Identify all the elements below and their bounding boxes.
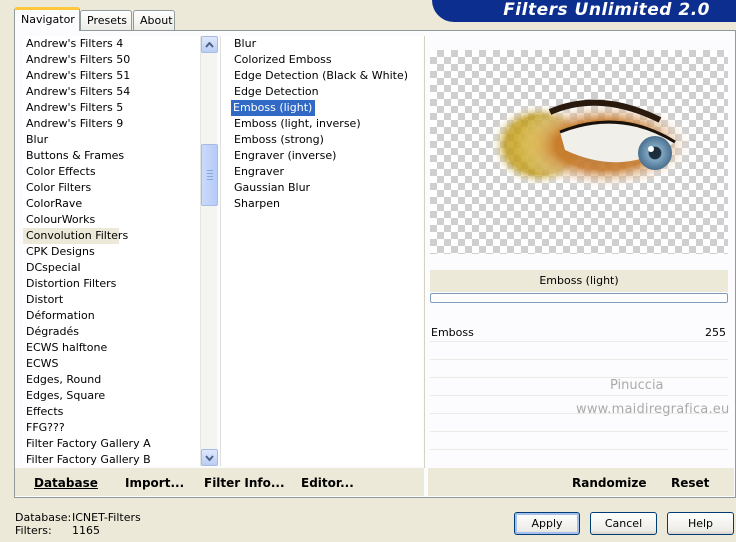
- eye-artwork: [490, 99, 695, 190]
- category-item[interactable]: Filter Factory Gallery A: [23, 436, 198, 452]
- category-item[interactable]: ECWS: [23, 356, 198, 372]
- app-title-banner: Filters Unlimited 2.0: [432, 0, 736, 22]
- param-name: Emboss: [431, 326, 474, 339]
- scroll-down-button[interactable]: [201, 449, 218, 466]
- tab-navigator[interactable]: Navigator: [14, 7, 80, 31]
- category-item[interactable]: Edges, Square: [23, 388, 198, 404]
- database-label: Database:: [15, 511, 72, 524]
- preview-image: [430, 50, 728, 254]
- category-scrollbar[interactable]: [200, 36, 218, 466]
- filter-item[interactable]: Engraver: [231, 164, 284, 180]
- filters-count-value: 1165: [72, 524, 100, 537]
- filter-item[interactable]: Gaussian Blur: [231, 180, 310, 196]
- tab-presets[interactable]: Presets: [80, 10, 132, 30]
- category-item[interactable]: Dégradés: [23, 324, 198, 340]
- chevron-up-icon: [205, 41, 214, 48]
- filter-info-link[interactable]: Filter Info...: [204, 476, 285, 490]
- category-item[interactable]: Distort: [23, 292, 198, 308]
- editor-link[interactable]: Editor...: [301, 476, 354, 490]
- cancel-button[interactable]: Cancel: [590, 512, 657, 535]
- category-item[interactable]: Convolution Filters: [23, 228, 128, 244]
- category-item[interactable]: FFG???: [23, 420, 198, 436]
- scroll-thumb[interactable]: [201, 144, 218, 206]
- filter-item[interactable]: Edge Detection (Black & White): [231, 68, 408, 84]
- category-list[interactable]: Andrew's Filters 4 Andrew's Filters 50 And…: [23, 36, 201, 466]
- apply-button[interactable]: Apply: [514, 512, 580, 535]
- category-item[interactable]: Blur: [23, 132, 198, 148]
- reset-link[interactable]: Reset: [671, 476, 709, 490]
- tab-about[interactable]: About: [133, 10, 175, 30]
- filter-item[interactable]: Engraver (inverse): [231, 148, 336, 164]
- watermark-name: Pinuccia: [610, 378, 664, 393]
- parameter-table: Emboss 255: [430, 324, 728, 466]
- category-item[interactable]: CPK Designs: [23, 244, 198, 260]
- category-item[interactable]: Andrew's Filters 51: [23, 68, 198, 84]
- filter-item[interactable]: Emboss (light): [231, 100, 316, 116]
- category-item[interactable]: Andrew's Filters 5: [23, 100, 198, 116]
- scroll-up-button[interactable]: [201, 36, 218, 53]
- database-value: ICNET-Filters: [72, 511, 141, 524]
- category-item[interactable]: Andrew's Filters 4: [23, 36, 198, 52]
- filter-item[interactable]: Colorized Emboss: [231, 52, 332, 68]
- watermark-url: www.maidiregrafica.eu: [576, 402, 730, 417]
- category-item[interactable]: Andrew's Filters 9: [23, 116, 198, 132]
- category-item[interactable]: Distortion Filters: [23, 276, 198, 292]
- filter-item[interactable]: Emboss (light, inverse): [231, 116, 361, 132]
- filter-item[interactable]: Blur: [231, 36, 256, 52]
- category-item[interactable]: Color Filters: [23, 180, 198, 196]
- category-item[interactable]: Edges, Round: [23, 372, 198, 388]
- category-item[interactable]: Effects: [23, 404, 198, 420]
- category-item[interactable]: Déformation: [23, 308, 198, 324]
- import-link[interactable]: Import...: [125, 476, 184, 490]
- randomize-link[interactable]: Randomize: [572, 476, 646, 490]
- category-item[interactable]: ECWS halftone: [23, 340, 198, 356]
- category-item[interactable]: Andrew's Filters 50: [23, 52, 198, 68]
- filter-name-label: Emboss (light): [430, 270, 728, 292]
- category-item[interactable]: Buttons & Frames: [23, 148, 198, 164]
- filter-item[interactable]: Edge Detection: [231, 84, 319, 100]
- param-value: 255: [705, 326, 726, 339]
- category-item[interactable]: Filter Factory Gallery B: [23, 452, 198, 468]
- progress-bar: [430, 293, 728, 303]
- filters-count-label: Filters:: [15, 524, 52, 537]
- category-item[interactable]: ColourWorks: [23, 212, 198, 228]
- database-link[interactable]: Database: [34, 476, 98, 490]
- param-row[interactable]: Emboss 255: [430, 324, 728, 342]
- category-item[interactable]: DCspecial: [23, 260, 198, 276]
- category-item[interactable]: ColorRave: [23, 196, 198, 212]
- chevron-down-icon: [205, 454, 214, 461]
- filter-list[interactable]: Blur Colorized Emboss Edge Detection (Blac…: [220, 36, 423, 466]
- category-item[interactable]: Color Effects: [23, 164, 198, 180]
- category-item[interactable]: Andrew's Filters 54: [23, 84, 198, 100]
- filter-item[interactable]: Emboss (strong): [231, 132, 324, 148]
- filter-item[interactable]: Sharpen: [231, 196, 280, 212]
- help-button[interactable]: Help: [667, 512, 734, 535]
